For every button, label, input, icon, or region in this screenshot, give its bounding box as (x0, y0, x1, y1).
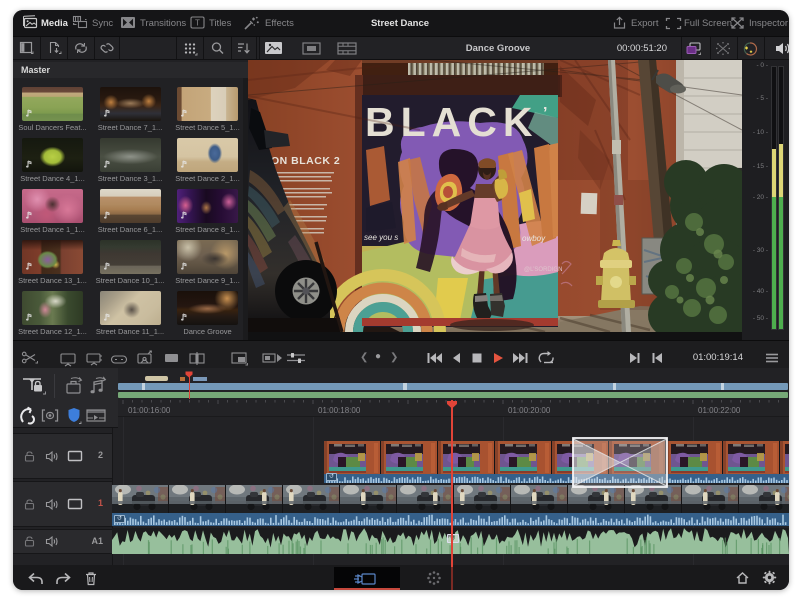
svg-text:see you s: see you s (364, 233, 398, 242)
svg-text:ON BLACK 2: ON BLACK 2 (271, 155, 340, 167)
svg-text:T: T (195, 19, 200, 28)
svg-text:owboy: owboy (522, 234, 546, 243)
svg-text:BLACK: BLACK (365, 99, 538, 145)
svg-text:@L’SORDIGN: @L’SORDIGN (524, 267, 562, 273)
svg-text:’: ’ (543, 105, 547, 122)
